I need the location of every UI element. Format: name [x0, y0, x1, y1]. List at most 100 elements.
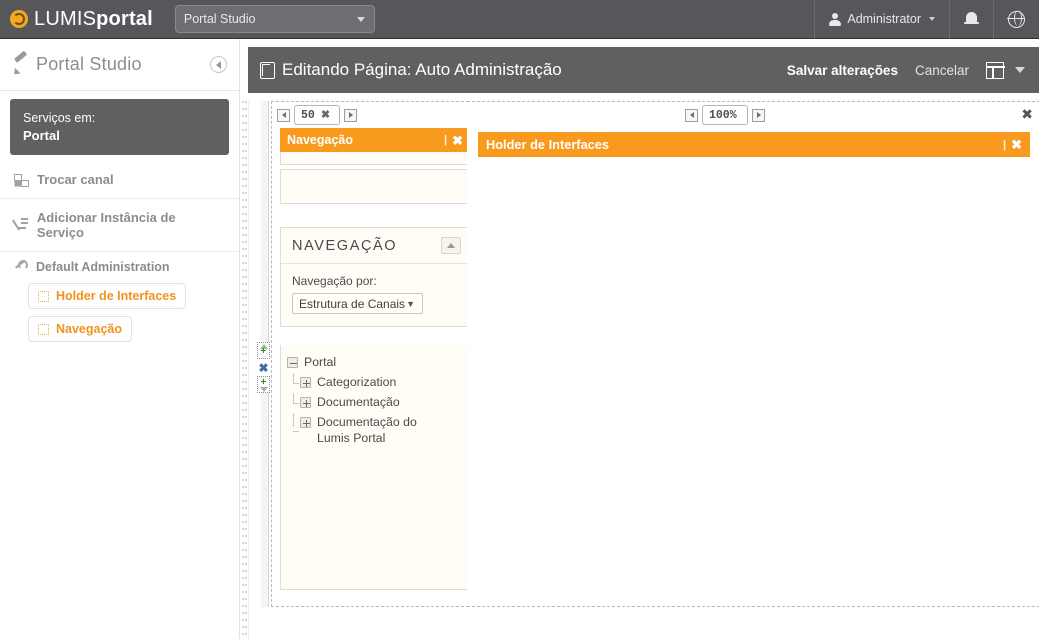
channel-tree: Portal Categorization Documentação Docum…	[280, 345, 470, 590]
editor-toolbar-actions: Salvar alterações Cancelar	[787, 61, 1025, 79]
navegacao-por-value: Estrutura de Canais	[299, 296, 406, 311]
page-canvas: ✖ 50 ✖ Navegação | ✖ NAVEGAÇÃO Navegação…	[248, 101, 1039, 639]
panel-navegacao-body: Navegação por: Estrutura de Canais ▼	[281, 264, 469, 326]
main-area: Editando Página: Auto Administração Salv…	[241, 39, 1039, 639]
tree-plus-icon[interactable]	[300, 376, 311, 388]
tree-node-label: Categorization	[317, 374, 397, 389]
portlet-navegacao-actions: | ✖	[444, 134, 463, 147]
step-right-icon[interactable]	[752, 108, 765, 122]
add-below-icon[interactable]	[257, 376, 270, 393]
sidebar-tree-node-label: Default Administration	[36, 260, 170, 275]
chevron-down-icon: ▼	[406, 298, 415, 309]
step-left-icon[interactable]	[685, 108, 698, 122]
portlet-navegacao-strip	[280, 152, 470, 165]
sidebar-context-label: Serviços em:	[23, 111, 96, 125]
save-button[interactable]: Salvar alterações	[787, 63, 898, 78]
tree-minus-icon[interactable]	[287, 357, 298, 368]
editor-toolbar: Editando Página: Auto Administração Salv…	[248, 47, 1039, 93]
channel-tree-root: Portal Categorization Documentação Docum…	[287, 353, 463, 449]
tree-node-portal[interactable]: Portal	[287, 353, 463, 373]
top-bar: LUMISportal Portal Studio Administrator	[0, 0, 1039, 39]
chevron-down-icon	[356, 17, 365, 22]
portlet-navegacao-body	[280, 169, 470, 204]
right-column-width-field[interactable]: 100%	[702, 105, 748, 125]
tree-plus-icon[interactable]	[300, 396, 311, 408]
close-x-icon[interactable]: ✖	[452, 134, 463, 147]
bell-icon	[964, 11, 979, 27]
chevron-down-icon[interactable]	[1015, 67, 1025, 73]
portlet-holder-actions: | ✖	[1003, 138, 1022, 151]
portlet-navegacao-title: Navegação	[287, 133, 354, 147]
brand-text-light: LUMIS	[34, 7, 97, 30]
wrench-icon	[14, 260, 28, 274]
sidebar-tree-node-default-administration[interactable]: Default Administration	[0, 252, 239, 278]
panel-navegacao: NAVEGAÇÃO Navegação por: Estrutura de Ca…	[280, 227, 470, 327]
interface-box-icon	[38, 323, 49, 335]
divider-icon: |	[1003, 138, 1007, 151]
sidebar-item-trocar-canal[interactable]: Trocar canal	[0, 161, 239, 198]
context-select[interactable]: Portal Studio	[174, 5, 375, 33]
brand-logo[interactable]: LUMISportal	[0, 8, 153, 31]
portlet-holder-de-interfaces[interactable]: Holder de Interfaces | ✖	[478, 132, 1030, 157]
tree-node-documentacao[interactable]: Documentação	[293, 392, 463, 413]
tree-node-documentacao-lumis-portal[interactable]: Documentação do Lumis Portal	[293, 412, 463, 449]
navegacao-por-label: Navegação por:	[292, 274, 377, 288]
tree-plus-icon[interactable]	[300, 416, 311, 428]
navegacao-por-select[interactable]: Estrutura de Canais ▼	[292, 293, 423, 314]
brand-text: LUMISportal	[34, 8, 153, 31]
page-icon	[260, 61, 275, 79]
panel-navegacao-header: NAVEGAÇÃO	[281, 228, 469, 264]
step-right-icon[interactable]	[344, 108, 357, 122]
tree-node-categorization[interactable]: Categorization	[293, 372, 463, 393]
close-x-icon[interactable]: ✖	[1011, 138, 1022, 151]
sidebar-title: Portal Studio	[36, 54, 142, 74]
layout-grid-icon[interactable]	[986, 61, 1005, 79]
step-left-icon[interactable]	[277, 108, 290, 122]
panel-navegacao-title: NAVEGAÇÃO	[292, 237, 398, 254]
sidebar-item-navegacao[interactable]: Navegação	[28, 316, 133, 343]
collapse-up-icon[interactable]	[441, 237, 461, 254]
canvas-column-left[interactable]: 50 ✖ Navegação | ✖ NAVEGAÇÃO Navegação p…	[271, 101, 479, 607]
user-icon	[829, 12, 842, 26]
pencil-icon	[12, 57, 28, 73]
column-splitter[interactable]: ✖	[256, 101, 270, 607]
tree-node-label: Documentação do Lumis Portal	[317, 414, 417, 445]
context-select-value: Portal Studio	[183, 12, 256, 26]
splitter-tools: ✖	[257, 342, 270, 393]
brand-text-bold: portal	[96, 7, 153, 30]
canvas-left-gutter-dots	[245, 101, 247, 639]
portlet-navegacao-header[interactable]: Navegação | ✖	[280, 128, 470, 152]
left-column-width-value: 50	[301, 108, 315, 122]
sidebar-context-value: Portal	[23, 127, 60, 143]
user-menu[interactable]: Administrator	[814, 0, 949, 39]
page-title-text: Editando Página: Auto Administração	[282, 60, 562, 79]
notifications-button[interactable]	[949, 0, 993, 39]
sidebar-item-label: Adicionar Instância de Serviço	[36, 210, 176, 241]
close-x-icon[interactable]: ✖	[1021, 106, 1033, 123]
right-column-zoombar: 100% ✖	[467, 102, 1039, 128]
tree-node-label: Portal	[304, 355, 337, 369]
sidebar-context-card: Serviços em: Portal	[10, 99, 229, 156]
portlet-navegacao[interactable]: Navegação | ✖	[280, 128, 470, 204]
add-above-icon[interactable]	[257, 342, 270, 359]
globe-icon	[1007, 9, 1025, 28]
canvas-column-right[interactable]: 100% ✖ Holder de Interfaces | ✖	[467, 101, 1039, 607]
portlet-holder-title: Holder de Interfaces	[486, 137, 610, 152]
lumis-logo-icon	[10, 10, 28, 28]
language-button[interactable]	[993, 0, 1039, 39]
cancel-button[interactable]: Cancelar	[915, 63, 969, 78]
tree-node-label: Documentação	[317, 394, 400, 409]
close-x-icon[interactable]: ✖	[321, 108, 330, 122]
interface-box-icon	[38, 290, 49, 302]
sidebar-collapse-button[interactable]	[210, 56, 227, 73]
sidebar-item-adicionar-instancia[interactable]: Adicionar Instância de Serviço	[0, 199, 239, 251]
add-service-icon	[14, 218, 28, 232]
remove-column-icon[interactable]: ✖	[257, 359, 270, 376]
top-bar-right: Administrator	[814, 0, 1039, 39]
user-menu-label: Administrator	[847, 12, 921, 26]
sidebar: Portal Studio Serviços em: Portal Trocar…	[0, 39, 240, 639]
sidebar-item-holder-de-interfaces[interactable]: Holder de Interfaces	[28, 283, 187, 310]
left-column-width-field[interactable]: 50 ✖	[294, 105, 340, 125]
channels-icon	[14, 173, 29, 187]
app-root: LUMISportal Portal Studio Administrator …	[0, 0, 1039, 639]
